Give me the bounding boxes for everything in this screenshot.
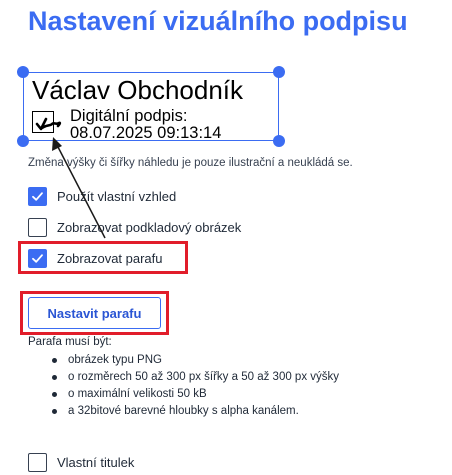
custom-title-checkbox[interactable]: Vlastní titulek: [28, 452, 134, 472]
checkbox-unchecked[interactable]: [28, 217, 47, 237]
resize-handle-icon[interactable]: [17, 66, 29, 78]
list-item: a 32bitové barevné hloubky s alpha kanál…: [50, 403, 339, 420]
preview-name: Václav Obchodník: [32, 75, 244, 105]
resize-note: Změna výšky či šířky náhledu je pouze il…: [28, 157, 353, 169]
requirements-list: obrázek typu PNG o rozměrech 50 až 300 p…: [50, 352, 339, 420]
paraf-scribble-icon: [35, 117, 62, 131]
checkbox-checked[interactable]: [28, 248, 47, 268]
checkmark-icon: [32, 191, 43, 201]
list-item: obrázek typu PNG: [50, 352, 339, 369]
background-image-checkbox[interactable]: Zobrazovat podkladový obrázek: [28, 217, 241, 237]
paraf-image: [32, 111, 62, 133]
resize-handle-icon[interactable]: [273, 135, 285, 147]
signature-preview[interactable]: Václav Obchodník Digitální podpis: 08.07…: [23, 72, 279, 142]
resize-handle-icon[interactable]: [273, 66, 285, 78]
checkbox-checked[interactable]: [28, 186, 47, 206]
set-paraf-button[interactable]: Nastavit parafu: [28, 297, 161, 329]
requirements-title: Parafa musí být:: [28, 336, 112, 348]
resize-handle-icon[interactable]: [17, 135, 29, 147]
custom-title-label: Vlastní titulek: [57, 454, 135, 470]
checkmark-icon: [32, 253, 43, 263]
list-item: o maximální velikosti 50 kB: [50, 386, 339, 403]
checkbox-unchecked[interactable]: [28, 452, 47, 472]
show-paraf-label: Zobrazovat parafu: [57, 250, 163, 266]
custom-look-label: Použít vlastní vzhled: [57, 188, 177, 204]
custom-look-checkbox[interactable]: Použít vlastní vzhled: [28, 186, 176, 206]
list-item: o rozměrech 50 až 300 px šířky a 50 až 3…: [50, 369, 339, 386]
page-title: Nastavení vizuálního podpisu: [28, 6, 408, 36]
preview-signature-date: 08.07.2025 09:13:14: [70, 124, 222, 142]
background-image-label: Zobrazovat podkladový obrázek: [57, 219, 242, 235]
show-paraf-checkbox[interactable]: Zobrazovat parafu: [28, 248, 163, 268]
